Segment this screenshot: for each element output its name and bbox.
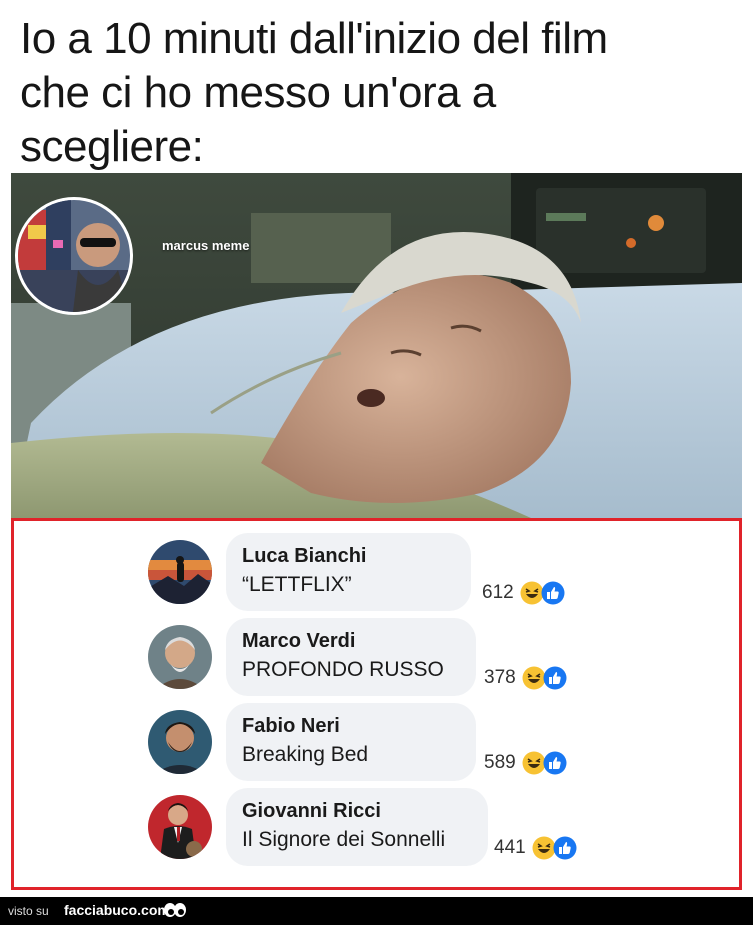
commenter-avatar[interactable] [148, 625, 212, 689]
comment-author[interactable]: Marco Verdi [242, 627, 460, 655]
like-thumb-icon [543, 666, 567, 690]
like-thumb-icon [553, 836, 577, 860]
eyes-icon [163, 901, 187, 921]
watermark-name: marcus meme [162, 238, 250, 253]
reaction-summary[interactable]: 589 [484, 749, 567, 777]
commenter-avatar[interactable] [148, 710, 212, 774]
reaction-count: 589 [484, 752, 516, 773]
reaction-count: 612 [482, 582, 514, 603]
meme-caption: Io a 10 minuti dall'inizio del film che … [20, 12, 740, 174]
commenter-avatar[interactable] [148, 540, 212, 604]
comment-text: Breaking Bed [242, 743, 369, 766]
caption-line-2: che ci ho messo un'ora a [20, 68, 496, 117]
comment-bubble: Marco Verdi PROFONDO RUSSO [226, 618, 476, 696]
comment-author[interactable]: Giovanni Ricci [242, 797, 472, 825]
watermark-avatar [15, 197, 133, 315]
comment-author[interactable]: Luca Bianchi [242, 542, 455, 570]
footer-site-link[interactable]: facciabuco.com [64, 902, 170, 918]
caption-line-3: scegliere: [20, 122, 204, 171]
reaction-summary[interactable]: 612 [482, 579, 565, 607]
reaction-summary[interactable]: 441 [494, 834, 577, 862]
caption-line-1: Io a 10 minuti dall'inizio del film [20, 14, 608, 63]
comment-bubble: Luca Bianchi “LETTFLIX” [226, 533, 471, 611]
comment-bubble: Giovanni Ricci Il Signore dei Sonnelli [226, 788, 488, 866]
comment-bubble: Fabio Neri Breaking Bed [226, 703, 476, 781]
comment-author[interactable]: Fabio Neri [242, 712, 460, 740]
like-thumb-icon [541, 581, 565, 605]
comment-text: Il Signore dei Sonnelli [242, 828, 446, 851]
footer-prefix: visto su [8, 904, 49, 918]
footer-bar: visto su facciabuco.com [0, 897, 753, 925]
reaction-count: 441 [494, 837, 526, 858]
reaction-count: 378 [484, 667, 516, 688]
comment-text: PROFONDO RUSSO [242, 658, 444, 681]
commenter-avatar[interactable] [148, 795, 212, 859]
reaction-summary[interactable]: 378 [484, 664, 567, 692]
comment-text: “LETTFLIX” [242, 573, 352, 596]
like-thumb-icon [543, 751, 567, 775]
